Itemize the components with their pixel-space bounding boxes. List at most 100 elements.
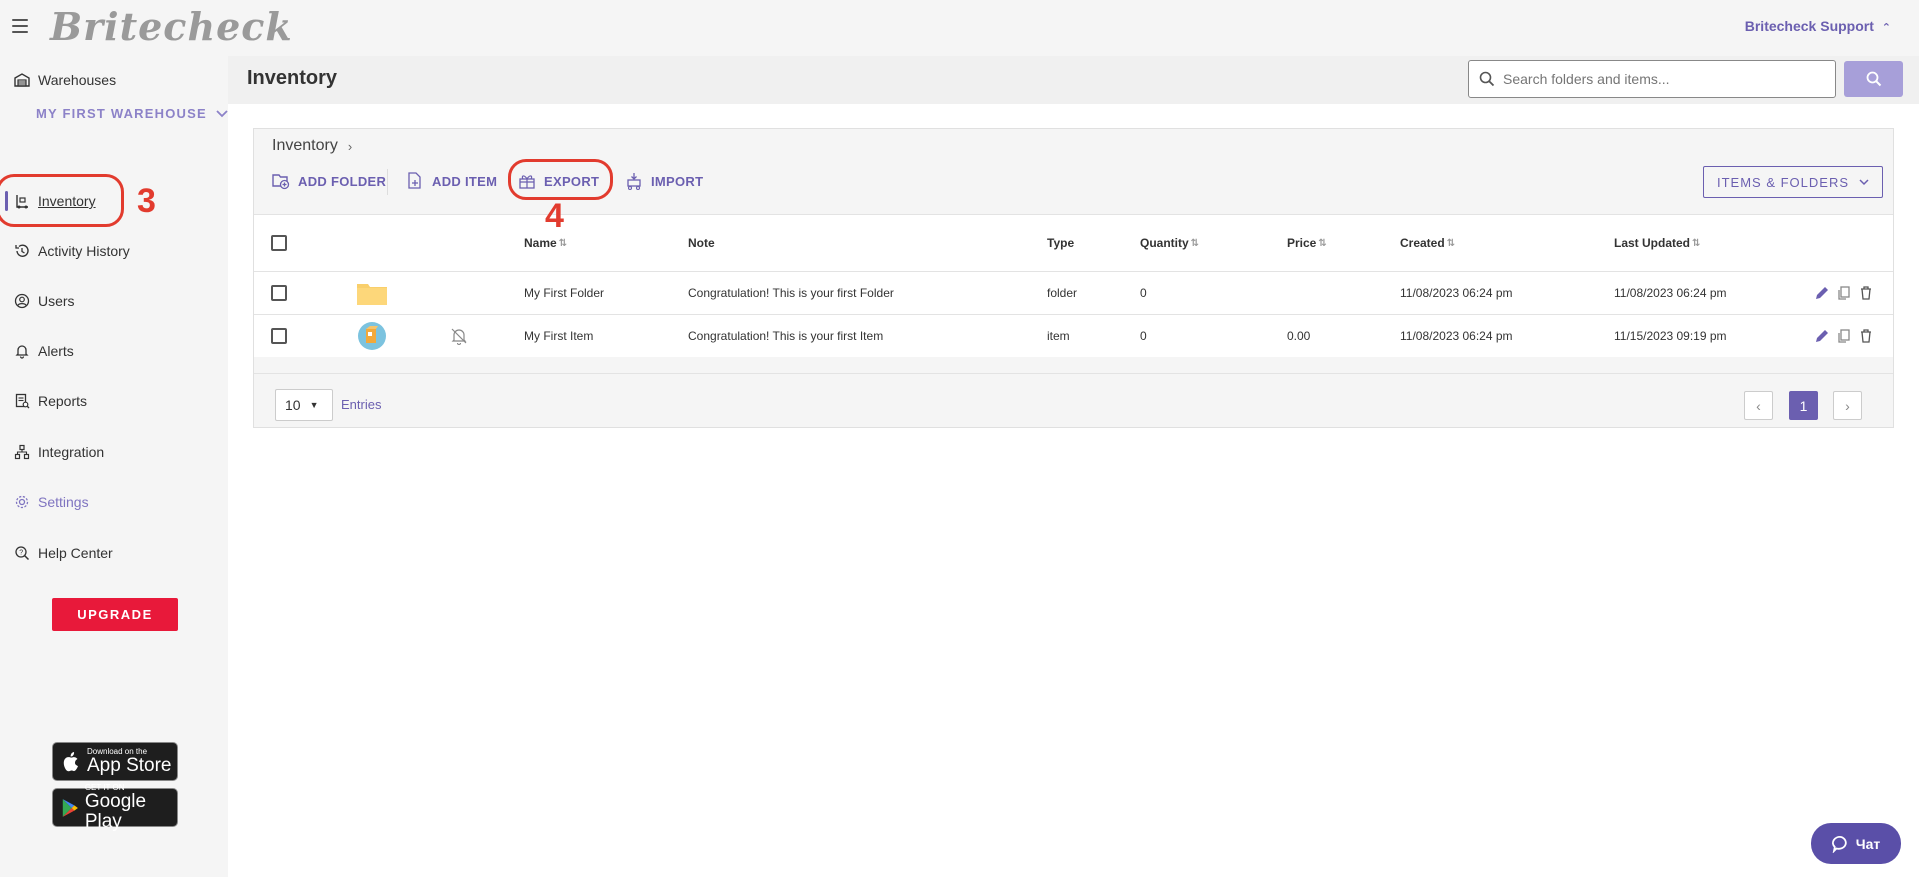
bell-off-icon[interactable]: [449, 315, 469, 357]
add-item-button[interactable]: ADD ITEM: [405, 169, 497, 193]
warehouse-icon: [13, 71, 31, 89]
table-row[interactable]: My First Folder Congratulation! This is …: [254, 271, 1893, 314]
column-last-updated[interactable]: Last Updated ⇅: [1614, 215, 1700, 271]
sidebar-item-label: Help Center: [38, 545, 113, 561]
row-created: 11/08/2023 06:24 pm: [1400, 329, 1513, 343]
sidebar-item-alerts[interactable]: Alerts: [0, 334, 228, 368]
breadcrumb-inventory[interactable]: Inventory: [272, 137, 338, 155]
search-box[interactable]: [1468, 60, 1836, 98]
column-note: Note: [688, 215, 715, 271]
users-icon: [13, 292, 31, 310]
row-updated: 11/15/2023 09:19 pm: [1614, 329, 1727, 343]
copy-icon[interactable]: [1836, 328, 1852, 344]
sidebar-item-settings[interactable]: Settings: [0, 485, 228, 519]
menu-icon[interactable]: [12, 19, 28, 33]
view-select-label: ITEMS & FOLDERS: [1716, 174, 1850, 190]
chat-icon: [1831, 835, 1847, 853]
sort-icon: ⇅: [1692, 237, 1701, 249]
sidebar-item-label: Activity History: [38, 243, 130, 259]
sort-icon: ⇅: [558, 237, 568, 249]
page-header: Inventory: [228, 56, 1919, 104]
inventory-table: Name ⇅ Note Type Quantity ⇅ Price ⇅ Created…: [254, 214, 1893, 357]
column-created[interactable]: Created ⇅: [1400, 215, 1455, 271]
page-title: Inventory: [247, 67, 338, 89]
prev-page-button[interactable]: ‹: [1744, 391, 1773, 420]
annotation-number-4: 4: [545, 197, 564, 235]
warehouse-dropdown[interactable]: MY FIRST WAREHOUSE: [36, 106, 228, 121]
sort-icon: ⇅: [1190, 237, 1200, 249]
sidebar-item-label: Integration: [38, 444, 105, 460]
search-button[interactable]: [1844, 61, 1903, 97]
inventory-card: Inventory › ADD FOLDER ADD ITEM EXPORT I…: [253, 128, 1894, 428]
row-quantity: 0: [1140, 286, 1147, 300]
entries-label: Entries: [341, 397, 382, 412]
column-name-label: Name: [524, 236, 557, 250]
sidebar-item-reports[interactable]: Reports: [0, 384, 228, 418]
breadcrumb: Inventory ›: [272, 137, 352, 155]
search-input[interactable]: [1503, 71, 1823, 87]
reports-icon: [13, 392, 31, 410]
row-name[interactable]: My First Folder: [524, 272, 604, 314]
row-updated: 11/08/2023 06:24 pm: [1614, 286, 1727, 300]
sort-icon: ⇅: [1318, 237, 1327, 249]
gear-icon: [13, 493, 31, 511]
help-icon: ?: [13, 544, 31, 562]
top-bar: Britecheck Britecheck Support ⌃: [0, 0, 1919, 56]
sidebar-item-users[interactable]: Users: [0, 284, 228, 318]
sidebar-item-warehouses[interactable]: Warehouses: [0, 63, 228, 97]
items-folders-select[interactable]: ITEMS & FOLDERS: [1703, 166, 1883, 198]
copy-icon[interactable]: [1836, 285, 1852, 301]
column-note-label: Note: [688, 236, 715, 250]
app-store-badge[interactable]: Download on the App Store: [52, 742, 178, 781]
google-play-big: Google Play: [84, 791, 147, 832]
folder-icon: [357, 272, 387, 314]
chevron-down-icon: [1859, 178, 1869, 185]
column-price[interactable]: Price ⇅: [1287, 215, 1327, 271]
chat-button[interactable]: Чат: [1811, 823, 1901, 864]
app-logo[interactable]: Britecheck: [50, 4, 293, 49]
search-icon: [1479, 71, 1495, 87]
svg-text:?: ?: [19, 550, 23, 557]
sidebar-item-activity-history[interactable]: Activity History: [0, 234, 228, 268]
import-button[interactable]: IMPORT: [624, 169, 703, 193]
column-quantity[interactable]: Quantity ⇅: [1140, 215, 1199, 271]
page-1-button[interactable]: 1: [1789, 391, 1818, 420]
row-type: item: [1047, 329, 1070, 343]
row-note: Congratulation! This is your first Folde…: [688, 286, 894, 300]
row-name[interactable]: My First Item: [524, 315, 593, 357]
sidebar-item-integration[interactable]: Integration: [0, 435, 228, 469]
support-menu[interactable]: Britecheck Support ⌃: [1745, 18, 1891, 34]
edit-icon[interactable]: [1814, 285, 1830, 301]
sidebar-item-label: Reports: [38, 393, 88, 409]
history-icon: [13, 242, 31, 260]
column-updated-label: Last Updated: [1614, 236, 1691, 250]
upgrade-button[interactable]: UPGRADE: [52, 598, 178, 631]
google-play-icon: [62, 798, 78, 817]
google-play-badge[interactable]: GET IT ON Google Play: [52, 783, 178, 832]
edit-icon[interactable]: [1814, 328, 1830, 344]
chat-label: Чат: [1855, 835, 1881, 852]
next-page-button[interactable]: ›: [1833, 391, 1862, 420]
table-row[interactable]: My First Item Congratulation! This is yo…: [254, 314, 1893, 357]
sidebar-item-help-center[interactable]: ? Help Center: [0, 536, 228, 570]
apple-icon: [63, 751, 78, 771]
entries-select[interactable]: 10 ▼: [275, 389, 333, 421]
sidebar-item-label: Warehouses: [38, 72, 117, 88]
chevron-down-icon: [216, 110, 228, 118]
chevron-up-icon: ⌃: [1881, 22, 1891, 34]
row-checkbox[interactable]: [271, 328, 287, 344]
sidebar-item-label: Settings: [38, 494, 89, 510]
table-header-row: Name ⇅ Note Type Quantity ⇅ Price ⇅ Created…: [254, 214, 1893, 271]
select-all-checkbox[interactable]: [271, 235, 287, 251]
trash-icon[interactable]: [1858, 285, 1874, 301]
column-type: Type: [1047, 215, 1074, 271]
row-quantity: 0: [1140, 329, 1147, 343]
row-checkbox[interactable]: [271, 285, 287, 301]
integration-icon: [13, 443, 31, 461]
trash-icon[interactable]: [1858, 328, 1874, 344]
item-thumbnail-icon: [357, 315, 387, 357]
bell-icon: [13, 342, 31, 360]
breadcrumb-separator: ›: [347, 138, 353, 154]
add-folder-button[interactable]: ADD FOLDER: [271, 169, 386, 193]
annotation-circle-inventory: [0, 174, 124, 227]
